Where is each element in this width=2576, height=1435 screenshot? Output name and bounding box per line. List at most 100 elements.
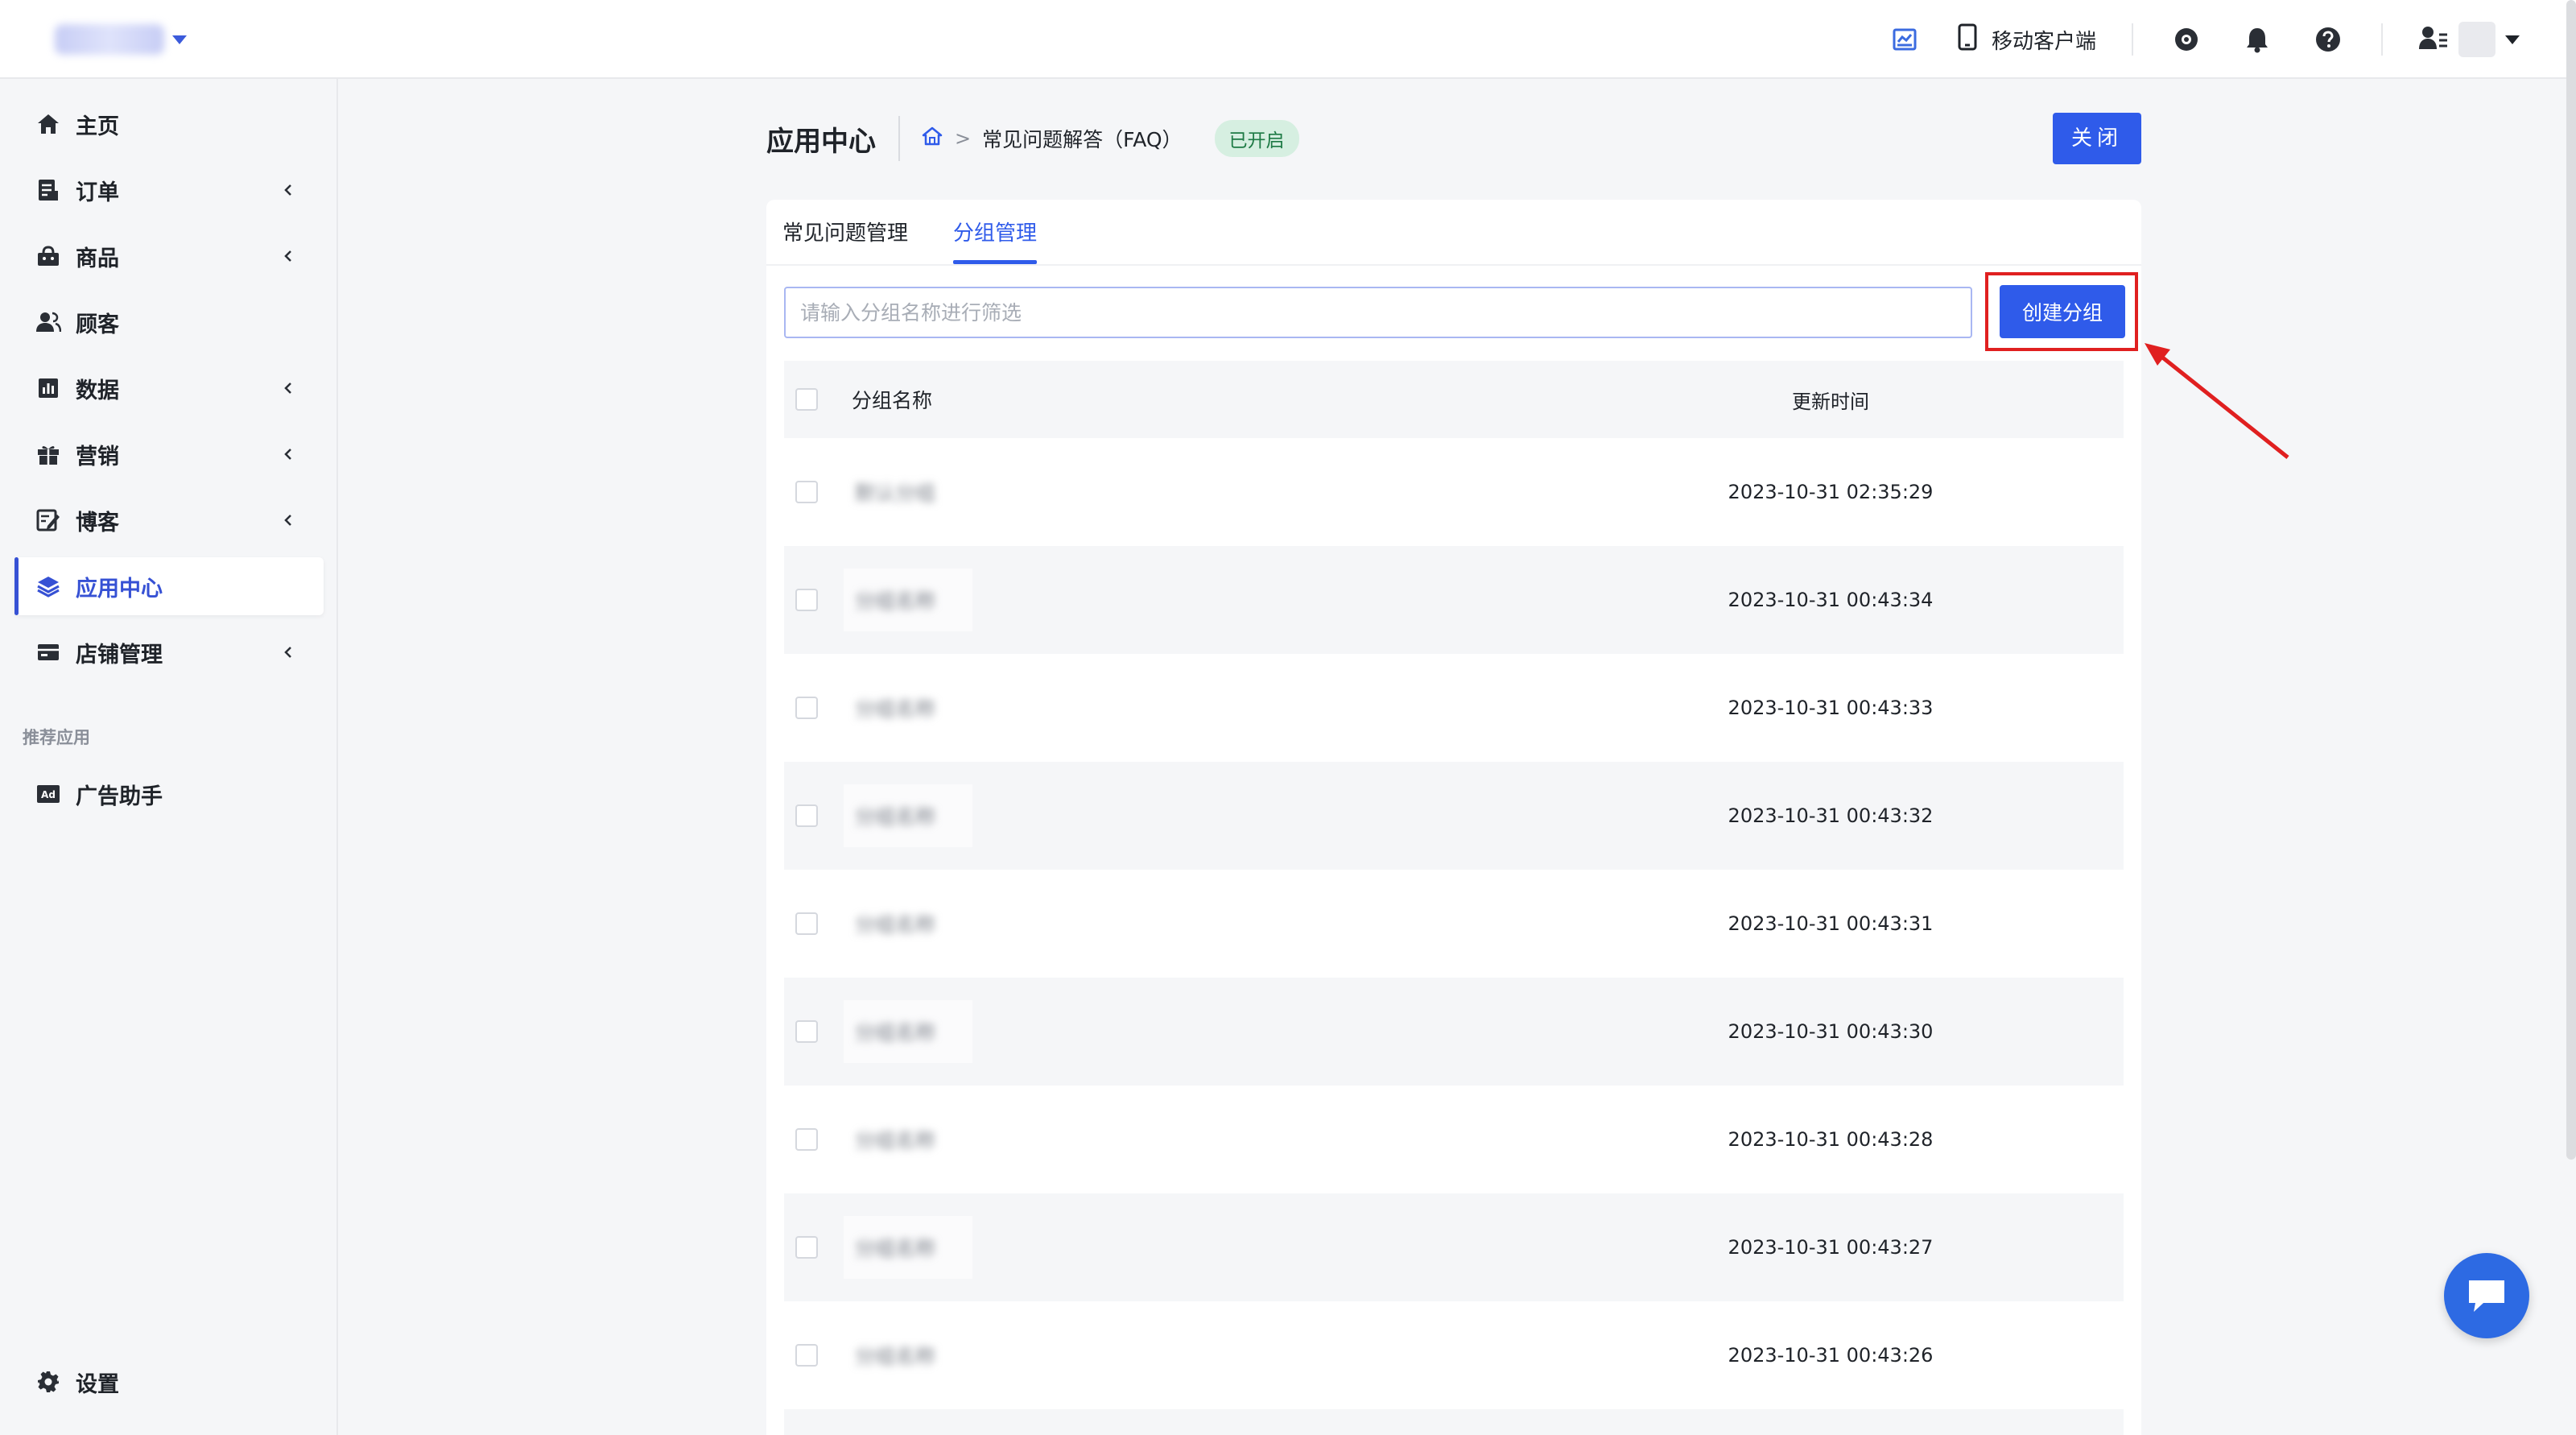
updated-time-cell: 2023-10-31 00:43:27 [1728, 1236, 1934, 1259]
gear-icon [35, 1369, 61, 1395]
row-checkbox[interactable] [795, 697, 818, 719]
table-row[interactable]: 分组名称 2023-10-31 00:43:30 [784, 978, 2124, 1086]
sidebar-item-settings[interactable]: 设置 [14, 1353, 324, 1411]
bell-icon[interactable] [2240, 22, 2275, 57]
group-name-cell: 分组名称 [844, 1108, 972, 1171]
sidebar-item-home[interactable]: 主页 [14, 95, 324, 153]
breadcrumb-separator: > [955, 127, 972, 150]
page-header: 应用中心 > 常见问题解答（FAQ） 已开启 [766, 113, 2141, 164]
sidebar-item-label: 订单 [76, 180, 119, 205]
help-icon[interactable] [2310, 22, 2346, 57]
product-icon [35, 243, 61, 269]
svg-text:Ad: Ad [41, 789, 56, 800]
row-checkbox[interactable] [795, 1236, 818, 1259]
chevron-left-icon [284, 449, 291, 460]
chevron-left-icon [284, 515, 291, 526]
row-checkbox[interactable] [795, 912, 818, 935]
row-checkbox[interactable] [795, 481, 818, 503]
store-switcher[interactable] [55, 24, 187, 55]
customer-icon [35, 309, 61, 335]
table-row[interactable]: 分组名称 2023-10-31 00:43:27 [784, 1193, 2124, 1301]
table-row [784, 1409, 2124, 1435]
table-row[interactable]: 分组名称 2023-10-31 00:43:32 [784, 762, 2124, 870]
chevron-down-icon [172, 35, 187, 44]
status-badge: 已开启 [1214, 120, 1299, 157]
sidebar-item-orders[interactable]: 订单 [14, 161, 324, 219]
row-checkbox[interactable] [795, 1020, 818, 1043]
column-header-updated: 更新时间 [1792, 390, 1869, 413]
table-header: 分组名称 更新时间 [784, 361, 2124, 438]
sidebar: 主页 订单 商品 顾客 数据 营销 博客 应用中心 店铺管理 推荐应用 Ad 广… [0, 79, 338, 1435]
data-icon [35, 375, 61, 401]
chat-support-button[interactable] [2444, 1253, 2529, 1338]
home-icon[interactable] [921, 126, 943, 151]
updated-time-cell: 2023-10-31 00:43:31 [1728, 912, 1934, 935]
sidebar-item-label: 博客 [76, 510, 119, 536]
table-row[interactable]: 分组名称 2023-10-31 00:43:31 [784, 870, 2124, 978]
sidebar-item-app-center[interactable]: 应用中心 [14, 557, 324, 615]
row-checkbox[interactable] [795, 804, 818, 827]
dashboard-icon[interactable] [1887, 22, 1922, 57]
sidebar-item-blog[interactable]: 博客 [14, 491, 324, 549]
tab-bar: 常见问题管理 分组管理 [782, 200, 1038, 264]
page-scrollbar[interactable] [2566, 0, 2576, 1160]
table-row[interactable]: 默认分组 2023-10-31 02:35:29 [784, 438, 2124, 546]
group-name-cell: 分组名称 [844, 1000, 972, 1063]
sidebar-item-label: 设置 [76, 1371, 119, 1397]
breadcrumb-current: 常见问题解答（FAQ） [982, 128, 1183, 151]
chevron-left-icon [284, 250, 291, 262]
mobile-phone-icon [1958, 23, 1977, 56]
mobile-client-label: 移动客户端 [1991, 29, 2096, 54]
page-title: 应用中心 [766, 125, 876, 158]
sidebar-item-label: 应用中心 [76, 576, 163, 602]
table-row[interactable]: 分组名称 2023-10-31 00:43:26 [784, 1301, 2124, 1409]
marketing-icon [35, 441, 61, 467]
chevron-left-icon [284, 647, 291, 658]
updated-time-cell: 2023-10-31 00:43:30 [1728, 1020, 1934, 1043]
divider [2381, 23, 2383, 56]
home-icon [35, 111, 61, 137]
sidebar-item-ad-assistant[interactable]: Ad 广告助手 [14, 765, 324, 823]
tab-faq-management[interactable]: 常见问题管理 [782, 217, 908, 264]
content-card: 常见问题管理 分组管理 创建分组 分组名称 更新时间 默认分组 2023-10-… [766, 200, 2141, 1435]
sidebar-item-label: 商品 [76, 246, 119, 271]
group-name-cell: 分组名称 [844, 784, 972, 847]
sidebar-item-store-management[interactable]: 店铺管理 [14, 623, 324, 681]
sidebar-item-label: 主页 [76, 114, 119, 139]
sidebar-item-customers[interactable]: 顾客 [14, 293, 324, 351]
blog-icon [35, 507, 61, 533]
user-icon [2418, 25, 2449, 54]
ad-icon: Ad [35, 781, 61, 807]
close-button[interactable]: 关闭 [2053, 113, 2141, 164]
chevron-left-icon [284, 184, 291, 196]
mobile-client-link[interactable]: 移动客户端 [1958, 23, 2096, 56]
sidebar-item-products[interactable]: 商品 [14, 227, 324, 285]
table-row[interactable]: 分组名称 2023-10-31 00:43:33 [784, 654, 2124, 762]
row-checkbox[interactable] [795, 1344, 818, 1367]
user-menu[interactable] [2418, 22, 2520, 57]
updated-time-cell: 2023-10-31 00:43:33 [1728, 697, 1934, 719]
sidebar-item-data[interactable]: 数据 [14, 359, 324, 417]
table-row[interactable]: 分组名称 2023-10-31 00:43:34 [784, 546, 2124, 654]
chat-icon [2469, 1280, 2504, 1312]
group-table: 分组名称 更新时间 默认分组 2023-10-31 02:35:29 分组名称 … [784, 361, 2124, 1435]
table-row[interactable]: 分组名称 2023-10-31 00:43:28 [784, 1086, 2124, 1193]
store-name-blurred [55, 24, 164, 55]
group-name-cell: 分组名称 [844, 892, 972, 955]
row-checkbox[interactable] [795, 589, 818, 611]
store-icon [35, 639, 61, 665]
chevron-down-icon [2505, 35, 2520, 44]
eye-icon[interactable] [2169, 22, 2204, 57]
select-all-checkbox[interactable] [795, 388, 818, 411]
tab-group-management[interactable]: 分组管理 [953, 217, 1038, 264]
sidebar-item-label: 数据 [76, 378, 119, 403]
sidebar-item-label: 店铺管理 [76, 642, 163, 668]
recommended-apps-title: 推荐应用 [23, 728, 90, 747]
sidebar-item-marketing[interactable]: 营销 [14, 425, 324, 483]
avatar [2458, 22, 2496, 57]
group-filter-input[interactable] [784, 287, 1972, 338]
create-group-button[interactable]: 创建分组 [2000, 285, 2125, 338]
column-header-name: 分组名称 [852, 389, 933, 412]
top-bar: 移动客户端 [0, 0, 2576, 79]
row-checkbox[interactable] [795, 1128, 818, 1151]
